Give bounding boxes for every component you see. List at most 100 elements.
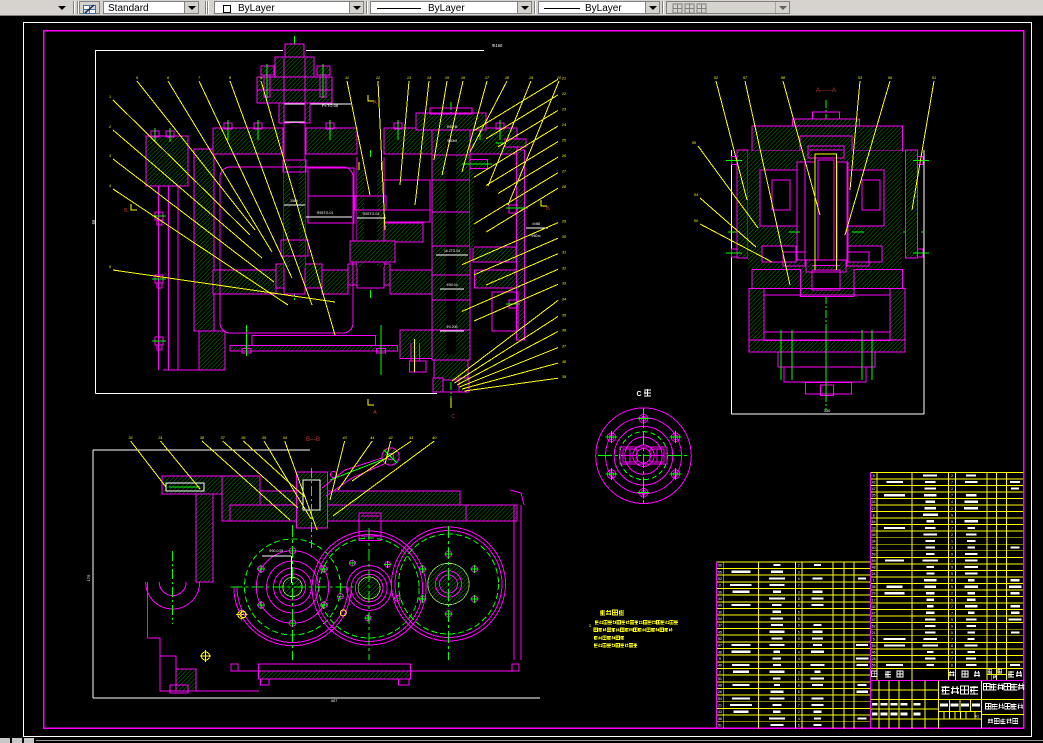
svg-text:2: 2 bbox=[951, 474, 953, 478]
svg-text:45: 45 bbox=[718, 630, 722, 634]
svg-text:59: 59 bbox=[872, 559, 876, 563]
svg-text:46: 46 bbox=[718, 717, 722, 721]
svg-text:6: 6 bbox=[951, 664, 953, 668]
svg-text:7: 7 bbox=[951, 494, 953, 498]
svg-text:7: 7 bbox=[798, 704, 800, 708]
svg-text:16.2TG.04: 16.2TG.04 bbox=[444, 249, 460, 253]
svg-text:4: 4 bbox=[798, 650, 800, 654]
svg-text:2: 2 bbox=[719, 584, 721, 588]
svg-text:9: 9 bbox=[951, 553, 953, 557]
svg-text:A: A bbox=[373, 410, 377, 416]
svg-text:51: 51 bbox=[932, 76, 936, 80]
svg-text:3: 3 bbox=[798, 590, 800, 594]
svg-text:21: 21 bbox=[718, 704, 722, 708]
svg-text:407: 407 bbox=[331, 698, 338, 703]
svg-text:27: 27 bbox=[872, 507, 876, 511]
svg-text:2: 2 bbox=[951, 592, 953, 596]
svg-text:2: 2 bbox=[951, 533, 953, 537]
svg-text:1: 1 bbox=[951, 539, 953, 543]
svg-text:C: C bbox=[451, 414, 455, 420]
svg-text:31: 31 bbox=[562, 251, 566, 255]
svg-text:3: 3 bbox=[798, 670, 800, 674]
svg-text:29: 29 bbox=[561, 220, 567, 224]
svg-text:7: 7 bbox=[798, 584, 800, 588]
svg-text:27: 27 bbox=[561, 170, 567, 174]
svg-text:5: 5 bbox=[951, 598, 953, 602]
svg-text:8: 8 bbox=[798, 604, 800, 608]
svg-text:55: 55 bbox=[872, 644, 876, 648]
svg-text:47: 47 bbox=[718, 644, 722, 648]
svg-text:55: 55 bbox=[718, 570, 722, 574]
svg-text:43: 43 bbox=[718, 710, 722, 714]
svg-text:24: 24 bbox=[561, 123, 566, 127]
svg-text:48: 48 bbox=[718, 684, 722, 688]
svg-text:9: 9 bbox=[951, 566, 953, 570]
svg-text:8: 8 bbox=[798, 690, 800, 694]
svg-text:21: 21 bbox=[872, 631, 876, 635]
svg-text:59: 59 bbox=[872, 553, 876, 557]
svg-text:28: 28 bbox=[561, 185, 567, 189]
svg-text:Φ35TG.01: Φ35TG.01 bbox=[363, 212, 380, 216]
svg-text:5: 5 bbox=[951, 585, 953, 589]
svg-text:36: 36 bbox=[718, 590, 722, 594]
svg-text:24: 24 bbox=[872, 572, 876, 576]
svg-text:51: 51 bbox=[718, 677, 722, 681]
svg-text:3: 3 bbox=[798, 570, 800, 574]
svg-text:9: 9 bbox=[798, 637, 800, 641]
svg-text:4: 4 bbox=[951, 651, 953, 655]
svg-text:2: 2 bbox=[798, 710, 800, 714]
svg-text:Φ30-0.08: Φ30-0.08 bbox=[269, 549, 283, 553]
svg-text:B: B bbox=[124, 208, 128, 214]
svg-text:7: 7 bbox=[951, 657, 953, 661]
svg-text:34: 34 bbox=[562, 297, 566, 301]
svg-text:51: 51 bbox=[718, 724, 722, 728]
svg-text:44: 44 bbox=[370, 436, 374, 440]
svg-text:5: 5 bbox=[951, 631, 953, 635]
svg-text:7: 7 bbox=[951, 481, 953, 485]
svg-text:40: 40 bbox=[872, 546, 876, 550]
svg-text:2: 2 bbox=[798, 564, 800, 568]
svg-text:46: 46 bbox=[872, 651, 876, 655]
svg-text:2: 2 bbox=[719, 670, 721, 674]
svg-text:9: 9 bbox=[951, 513, 953, 517]
svg-text:44: 44 bbox=[718, 597, 722, 601]
svg-text:5: 5 bbox=[873, 638, 875, 642]
svg-text:41: 41 bbox=[409, 436, 413, 440]
svg-text:9: 9 bbox=[873, 474, 875, 478]
svg-text:8: 8 bbox=[951, 644, 953, 648]
svg-text:47: 47 bbox=[872, 611, 876, 615]
svg-text:1: 1 bbox=[109, 95, 111, 99]
svg-text:7: 7 bbox=[951, 605, 953, 609]
svg-text:5: 5 bbox=[798, 724, 800, 728]
svg-text:Φ4.20E: Φ4.20E bbox=[446, 325, 458, 329]
svg-text:7: 7 bbox=[951, 611, 953, 615]
svg-text:6: 6 bbox=[798, 577, 800, 581]
svg-text:35: 35 bbox=[872, 494, 876, 498]
svg-text:54: 54 bbox=[872, 520, 876, 524]
svg-text:52: 52 bbox=[718, 637, 722, 641]
svg-text:4: 4 bbox=[109, 184, 111, 188]
svg-text:9: 9 bbox=[719, 657, 721, 661]
svg-text:21: 21 bbox=[561, 76, 566, 80]
svg-text:8: 8 bbox=[873, 513, 875, 517]
svg-text:42: 42 bbox=[872, 481, 876, 485]
svg-text:54: 54 bbox=[718, 697, 722, 701]
svg-text:49: 49 bbox=[718, 664, 722, 668]
svg-text:47: 47 bbox=[872, 618, 876, 622]
svg-text:48: 48 bbox=[872, 566, 876, 570]
svg-text:49: 49 bbox=[718, 604, 722, 608]
svg-text:C: C bbox=[636, 391, 641, 398]
svg-text:9: 9 bbox=[951, 572, 953, 576]
svg-text:52: 52 bbox=[872, 624, 876, 628]
svg-text:7: 7 bbox=[951, 526, 953, 530]
svg-text:32: 32 bbox=[872, 605, 876, 609]
svg-text:65: 65 bbox=[91, 219, 96, 224]
svg-text:8: 8 bbox=[798, 624, 800, 628]
svg-text:1: 1 bbox=[798, 677, 800, 681]
svg-text:7: 7 bbox=[951, 638, 953, 642]
svg-text:56: 56 bbox=[872, 664, 876, 668]
svg-text:B: B bbox=[546, 206, 550, 212]
svg-text:175: 175 bbox=[86, 574, 91, 581]
svg-text:5: 5 bbox=[798, 630, 800, 634]
svg-text:1: 1 bbox=[873, 579, 875, 583]
